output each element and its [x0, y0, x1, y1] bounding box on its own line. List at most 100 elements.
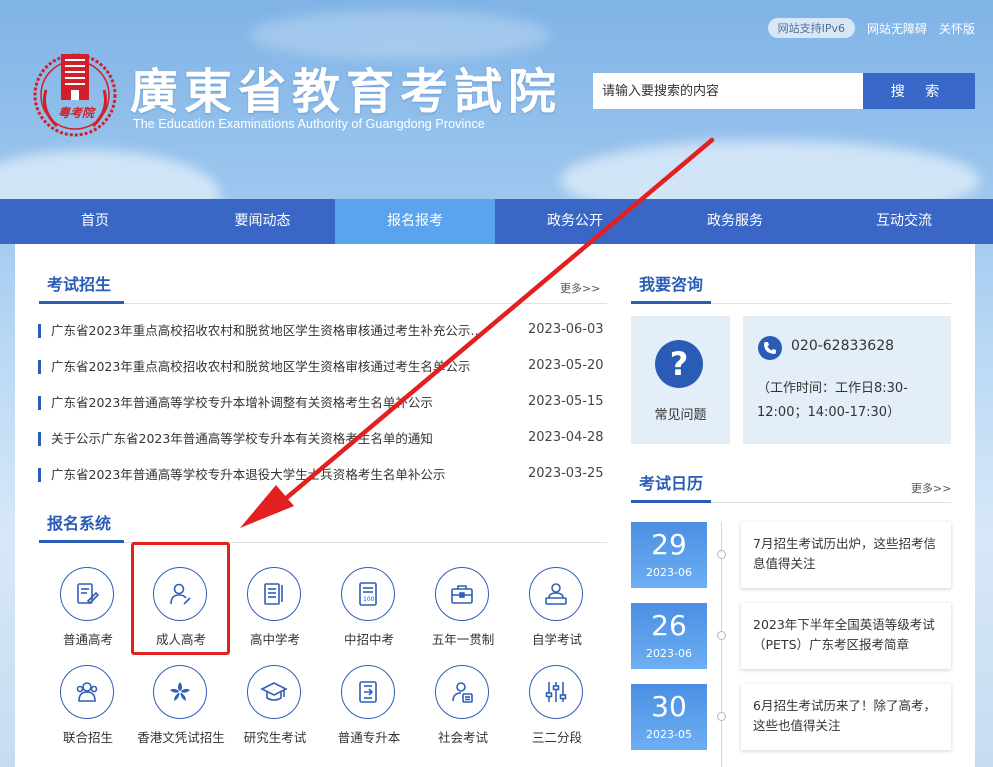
system-item-joint-enrollment[interactable]: 联合招生 [38, 665, 138, 745]
news-date: 2023-05-20 [528, 358, 604, 373]
group-icon [60, 665, 114, 719]
news-title[interactable]: 广东省2023年重点高校招收农村和脱贫地区学生资格审核通过考生名单公示 [51, 356, 491, 375]
phone-icon [758, 336, 782, 360]
calendar-entry[interactable]: 2023年下半年全国英语等级考试（PETS）广东考区报考简章 [741, 603, 951, 669]
seal-script-text: 粤考院 [57, 106, 94, 120]
more-link-exam-recruit[interactable]: 更多>> [560, 280, 600, 296]
site-title: 廣東省教育考試院 [130, 64, 563, 120]
nav-item-registration[interactable]: 报名报考 [335, 199, 495, 244]
news-date: 2023-03-25 [528, 466, 604, 481]
phone-number: 020-62833628 [791, 338, 895, 354]
news-item[interactable]: 广东省2023年普通高等学校专升本增补调整有关资格考生名单补公示 2023-05… [38, 392, 608, 412]
seal-logo-icon [33, 53, 117, 137]
system-item-five-year[interactable]: 五年一贯制 [413, 567, 513, 647]
faq-label: 常见问题 [654, 408, 707, 423]
search-input[interactable] [593, 73, 863, 109]
title-underline [631, 500, 711, 503]
more-link-calendar[interactable]: 更多>> [911, 480, 951, 496]
question-mark-icon: ? [655, 340, 703, 388]
site-subtitle: The Education Examinations Authority of … [133, 117, 485, 131]
sliders-icon [529, 665, 583, 719]
system-item-upgrade[interactable]: 普通专升本 [319, 665, 419, 745]
system-item-xuekao[interactable]: 高中学考 [225, 567, 325, 647]
system-label: 三二分段 [531, 730, 582, 745]
news-title[interactable]: 广东省2023年重点高校招收农村和脱贫地区学生资格审核通过考生补充公示名单 [51, 320, 491, 339]
certificate-icon [435, 665, 489, 719]
calendar-year-month: 2023-06 [646, 566, 692, 579]
nav-item-home[interactable]: 首页 [0, 199, 190, 244]
bullet-bar [38, 396, 41, 410]
system-label: 研究生考试 [243, 730, 307, 745]
timeline-dot [717, 712, 726, 721]
news-item[interactable]: 关于公示广东省2023年普通高等学校专升本有关资格考生名单的通知 2023-04… [38, 428, 608, 448]
exam-paper-icon [60, 567, 114, 621]
search-button[interactable]: 搜 索 [863, 73, 975, 109]
section-title-registration: 报名系统 [47, 514, 112, 533]
faq-card[interactable]: ? 常见问题 [631, 316, 730, 444]
bauhinia-icon [153, 665, 207, 719]
news-item[interactable]: 广东省2023年重点高校招收农村和脱贫地区学生资格审核通过考生名单公示 2023… [38, 356, 608, 376]
system-item-hkdse[interactable]: 香港文凭试招生 [131, 665, 231, 745]
briefcase-icon [435, 567, 489, 621]
nav-item-government-affairs[interactable]: 政务公开 [495, 199, 655, 244]
system-item-postgraduate[interactable]: 研究生考试 [225, 665, 325, 745]
score-sheet-icon: 100 [341, 567, 395, 621]
phone-card: 020-62833628 （工作时间：工作日8:30-12:00；14:00-1… [743, 316, 951, 444]
section-title-exam-recruit: 考试招生 [47, 275, 112, 294]
accessibility-link[interactable]: 网站无障碍 [867, 20, 927, 37]
svg-text:100: 100 [363, 596, 375, 603]
news-title[interactable]: 关于公示广东省2023年普通高等学校专升本有关资格考生名单的通知 [51, 428, 491, 447]
timeline-dot [717, 631, 726, 640]
news-item[interactable]: 广东省2023年普通高等学校专升本退役大学生士兵资格考生名单补公示 2023-0… [38, 464, 608, 484]
calendar-day: 26 [651, 609, 687, 642]
section-title-consult: 我要咨询 [639, 275, 704, 294]
calendar-date: 26 2023-06 [631, 603, 707, 669]
system-label: 普通高考 [62, 632, 113, 647]
highlight-box [131, 542, 230, 655]
system-label: 五年一贯制 [431, 632, 495, 647]
news-date: 2023-06-03 [528, 322, 604, 337]
timeline-dot [717, 550, 726, 559]
book-icon [247, 567, 301, 621]
main-nav: 首页 要闻动态 报名报考 政务公开 政务服务 互动交流 [0, 199, 993, 244]
system-item-three-two[interactable]: 三二分段 [507, 665, 607, 745]
calendar-year-month: 2023-05 [646, 728, 692, 741]
news-title[interactable]: 广东省2023年普通高等学校专升本增补调整有关资格考生名单补公示 [51, 392, 491, 411]
system-label: 普通专升本 [337, 730, 401, 745]
title-underline [39, 301, 124, 304]
bullet-bar [38, 360, 41, 374]
system-label: 联合招生 [62, 730, 113, 745]
calendar-day: 30 [651, 690, 687, 723]
system-label: 中招中考 [343, 632, 394, 647]
system-label: 自学考试 [531, 632, 582, 647]
system-item-gaokao[interactable]: 普通高考 [38, 567, 138, 647]
news-item[interactable]: 广东省2023年重点高校招收农村和脱贫地区学生资格审核通过考生补充公示名单 20… [38, 320, 608, 340]
calendar-entry[interactable]: 6月招生考试历来了！除了高考，这些也值得关注 [741, 684, 951, 750]
elderly-mode-link[interactable]: 关怀版 [939, 20, 975, 37]
calendar-entry[interactable]: 7月招生考试历出炉，这些招考信息值得关注 [741, 522, 951, 588]
news-title[interactable]: 广东省2023年普通高等学校专升本退役大学生士兵资格考生名单补公示 [51, 464, 491, 483]
work-hours: （工作时间：工作日8:30-12:00；14:00-17:30） [757, 381, 908, 420]
title-underline [39, 540, 124, 543]
system-label: 社会考试 [437, 730, 488, 745]
top-links: 网站支持IPv6 网站无障碍 关怀版 [767, 18, 975, 38]
nav-item-interaction[interactable]: 互动交流 [815, 199, 993, 244]
nav-item-services[interactable]: 政务服务 [655, 199, 815, 244]
bullet-bar [38, 468, 41, 482]
news-date: 2023-04-28 [528, 430, 604, 445]
system-label: 香港文凭试招生 [137, 730, 225, 745]
calendar-date: 30 2023-05 [631, 684, 707, 750]
system-item-self-study[interactable]: 自学考试 [507, 567, 607, 647]
title-underline [631, 301, 711, 304]
system-item-social-exam[interactable]: 社会考试 [413, 665, 513, 745]
system-item-zhongkao[interactable]: 100 中招中考 [319, 567, 419, 647]
news-date: 2023-05-15 [528, 394, 604, 409]
bullet-bar [38, 324, 41, 338]
site-header: 网站支持IPv6 网站无障碍 关怀版 粤考院 廣東省教育考試院 The Educ… [0, 0, 993, 200]
divider [39, 542, 607, 543]
system-label: 高中学考 [249, 632, 300, 647]
upgrade-doc-icon [341, 665, 395, 719]
computer-user-icon [529, 567, 583, 621]
section-title-calendar: 考试日历 [639, 474, 704, 493]
nav-item-news[interactable]: 要闻动态 [190, 199, 335, 244]
